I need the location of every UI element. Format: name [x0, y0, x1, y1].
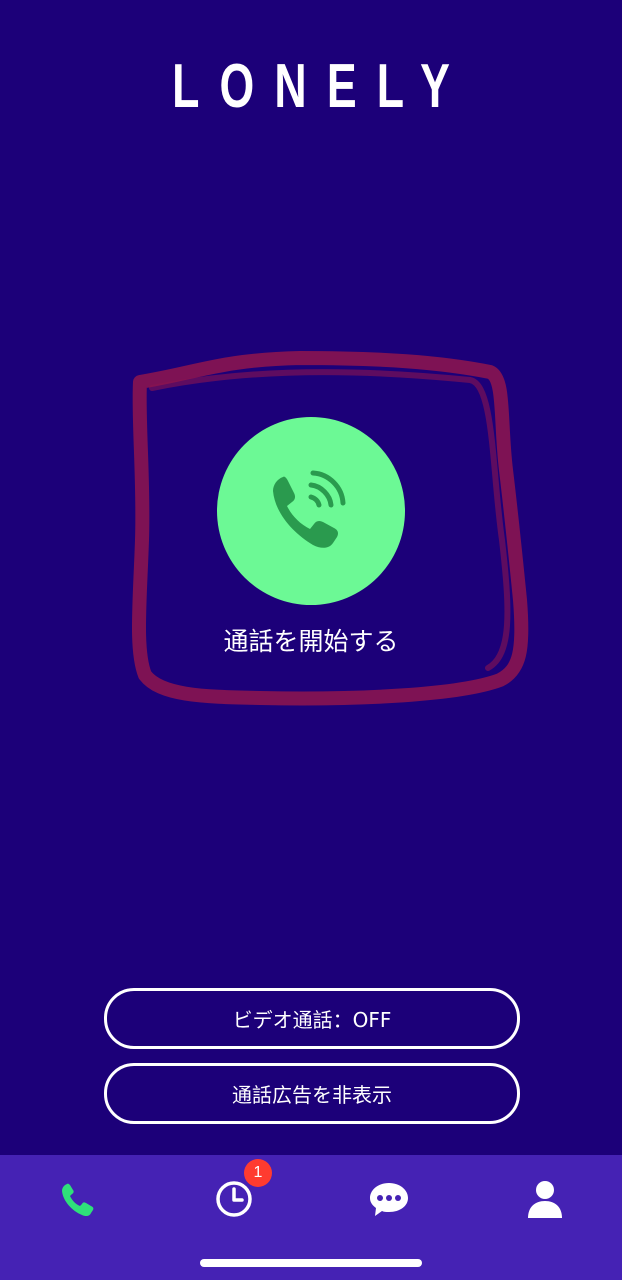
video-call-toggle-button[interactable]: ビデオ通話：OFF	[104, 988, 520, 1049]
clock-icon	[216, 1181, 252, 1217]
person-icon	[528, 1181, 562, 1218]
app-title: LONELY	[172, 52, 471, 121]
start-call-label: 通話を開始する	[223, 627, 399, 656]
start-call-button[interactable]	[217, 417, 405, 605]
phone-icon	[62, 1183, 94, 1217]
home-indicator	[200, 1259, 422, 1267]
tab-chat[interactable]	[349, 1167, 429, 1231]
tab-call[interactable]	[38, 1167, 118, 1231]
tab-profile[interactable]	[505, 1167, 585, 1231]
phone-ringing-icon	[273, 470, 346, 548]
hide-call-ads-button[interactable]: 通話広告を非表示	[104, 1063, 520, 1124]
chat-bubble-icon	[370, 1183, 408, 1216]
tab-history[interactable]: 1	[194, 1159, 274, 1231]
history-badge: 1	[244, 1159, 272, 1187]
